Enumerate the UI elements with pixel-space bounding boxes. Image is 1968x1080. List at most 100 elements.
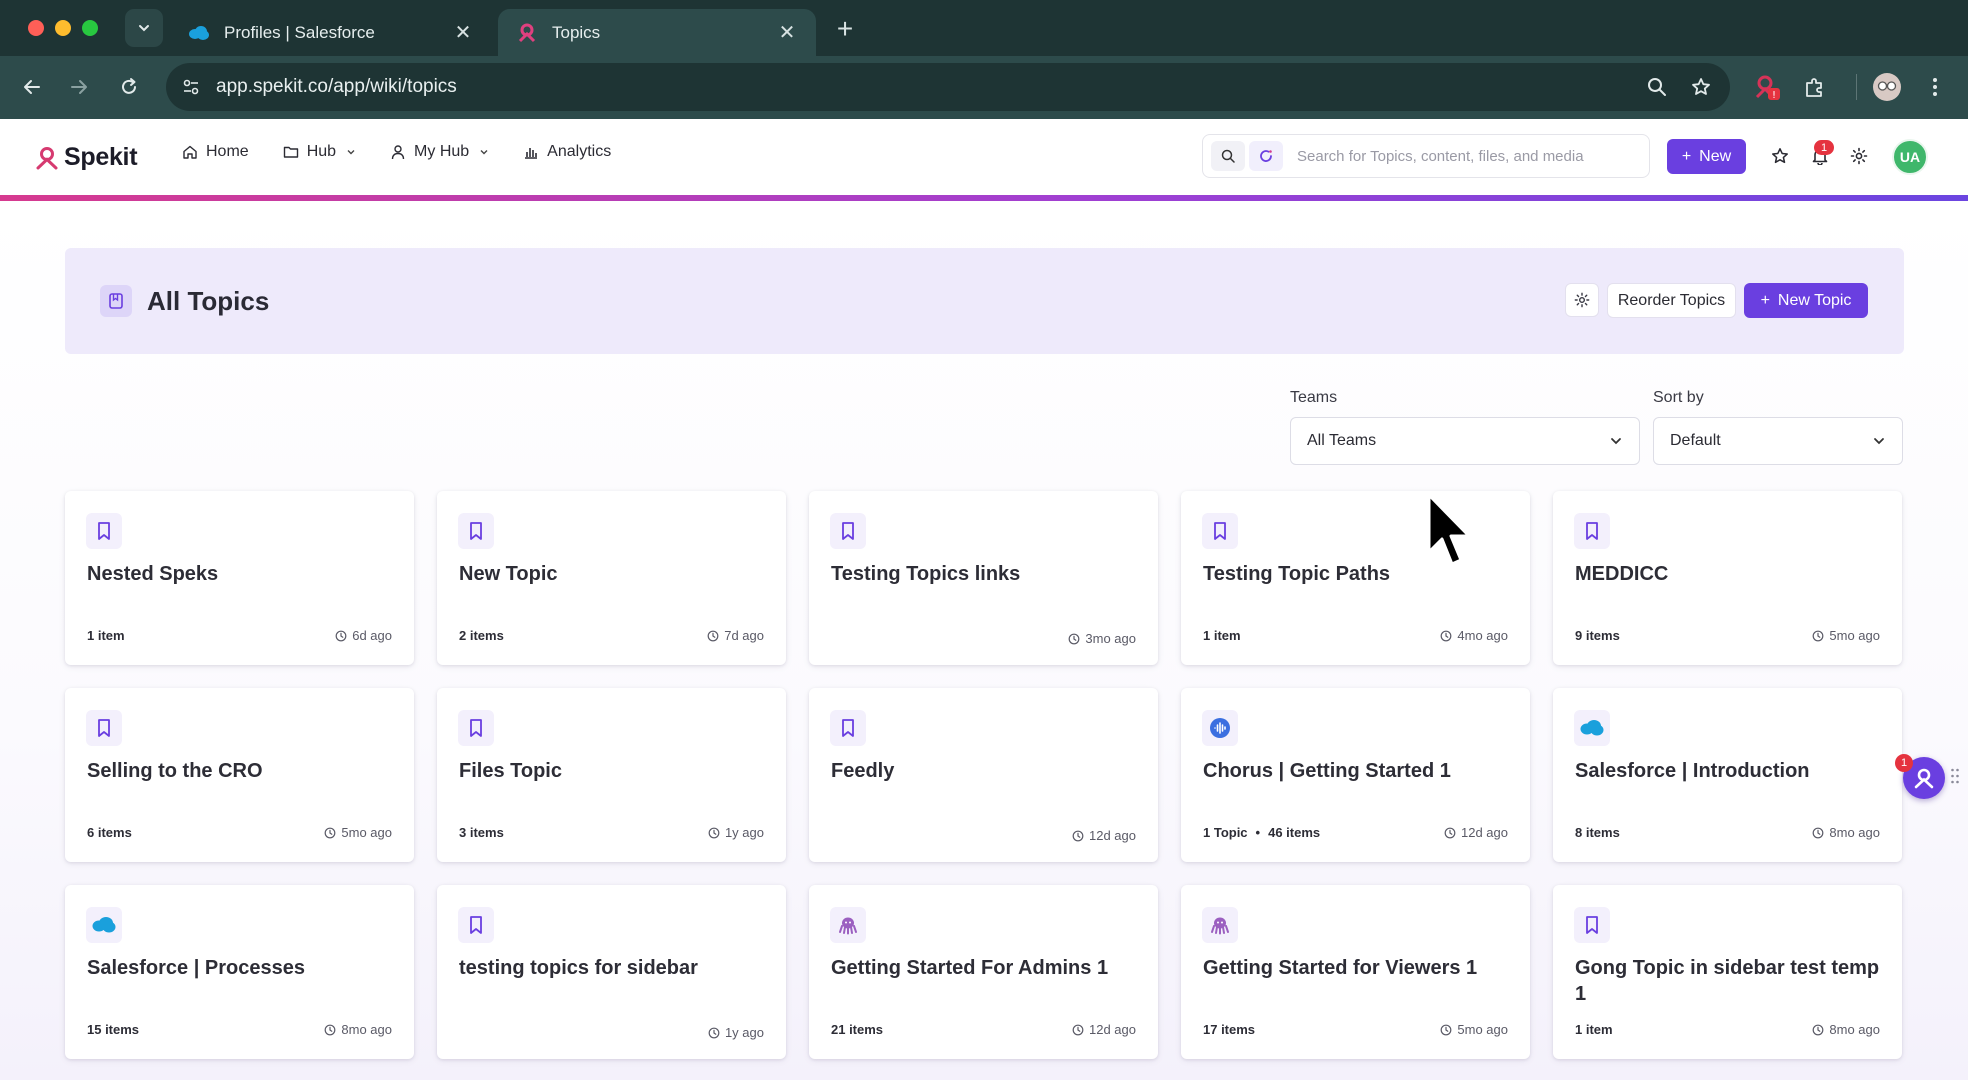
settings-gear-icon[interactable]	[1847, 144, 1871, 168]
topic-updated: 1y ago	[708, 1025, 764, 1040]
tab-search-button[interactable]	[125, 9, 163, 47]
topic-updated: 12d ago	[1072, 828, 1136, 843]
forward-button[interactable]	[62, 70, 96, 104]
profile-avatar-icon[interactable]	[1872, 72, 1902, 102]
topic-item-count: 1 item	[1203, 628, 1241, 643]
topic-item-count: 1 item	[87, 628, 125, 643]
topic-title: Nested Speks	[87, 563, 219, 585]
topic-updated-text: 8mo ago	[341, 1022, 392, 1037]
window-close-button[interactable]	[28, 20, 44, 36]
bookmark-icon	[830, 710, 866, 746]
topic-updated: 12d ago	[1444, 825, 1508, 840]
zoom-icon[interactable]	[1642, 72, 1672, 102]
topic-card[interactable]: Testing Topics links 3mo ago	[809, 491, 1158, 665]
topic-updated-text: 12d ago	[1461, 825, 1508, 840]
arrow-left-icon	[24, 80, 40, 94]
folder-icon	[283, 146, 298, 158]
topic-title: Getting Started For Admins 1	[831, 957, 1109, 979]
clock-icon	[708, 827, 720, 838]
reorder-topics-button[interactable]: Reorder Topics	[1607, 283, 1736, 318]
spekit-extension-icon[interactable]: !	[1752, 72, 1782, 102]
window-minimize-button[interactable]	[55, 20, 71, 36]
gear-icon	[1574, 292, 1590, 308]
browser-tab-topics[interactable]: Topics ✕	[498, 9, 816, 56]
topic-card[interactable]: Salesforce | Processes 15 items 8mo ago	[65, 885, 414, 1059]
topic-title: New Topic	[459, 563, 558, 585]
address-bar[interactable]: app.spekit.co/app/wiki/topics	[166, 63, 1730, 111]
window-zoom-button[interactable]	[82, 20, 98, 36]
topic-updated: 8mo ago	[1812, 825, 1880, 840]
topic-footer: 17 items 5mo ago	[1203, 1022, 1508, 1037]
topic-card[interactable]: Files Topic 3 items 1y ago	[437, 688, 786, 862]
topic-footer: 21 items 12d ago	[831, 1022, 1136, 1037]
ai-search-icon[interactable]	[1249, 141, 1283, 171]
global-search[interactable]: Search for Topics, content, files, and m…	[1202, 134, 1650, 178]
topic-footer: 1 Topic • 46 items 12d ago	[1203, 825, 1508, 840]
clock-icon	[325, 827, 336, 838]
user-avatar[interactable]: UA	[1892, 139, 1928, 175]
clock-icon	[1444, 827, 1456, 838]
topic-title: Salesforce | Processes	[87, 957, 305, 979]
back-button[interactable]	[15, 70, 49, 104]
toolbar-divider	[1856, 74, 1857, 100]
topic-card[interactable]: Selling to the CRO 6 items 5mo ago	[65, 688, 414, 862]
topic-card[interactable]: Gong Topic in sidebar test temp 1 1 item 8…	[1553, 885, 1902, 1059]
topic-updated: 6d ago	[335, 628, 392, 643]
topic-item-count: 21 items	[831, 1022, 884, 1037]
reload-button[interactable]	[112, 70, 146, 104]
topic-card[interactable]: Getting Started For Admins 1 21 items 12d …	[809, 885, 1158, 1059]
nav-hub[interactable]: Hub	[283, 143, 356, 161]
plus-icon: +	[1760, 291, 1770, 309]
new-button[interactable]: + New	[1667, 139, 1746, 174]
new-tab-button[interactable]: +	[830, 13, 860, 45]
topic-card[interactable]: Getting Started for Viewers 1 17 items 5mo…	[1181, 885, 1530, 1059]
topic-card[interactable]: testing topics for sidebar 1y ago	[437, 885, 786, 1059]
topic-updated-text: 12d ago	[1089, 828, 1136, 843]
extension-badge: !	[1772, 90, 1776, 101]
extensions-puzzle-icon[interactable]	[1800, 72, 1830, 102]
nav-home[interactable]: Home	[182, 143, 249, 161]
salesforce-icon	[1574, 710, 1610, 746]
topic-card[interactable]: Nested Speks 1 item 6d ago	[65, 491, 414, 665]
sort-select[interactable]: Default	[1653, 417, 1903, 465]
nav-analytics[interactable]: Analytics	[523, 143, 611, 161]
topic-updated-text: 4mo ago	[1457, 628, 1508, 643]
topic-card[interactable]: MEDDICC 9 items 5mo ago	[1553, 491, 1902, 665]
kebab-menu-icon[interactable]	[1920, 72, 1950, 102]
new-topic-button[interactable]: + New Topic	[1744, 283, 1868, 318]
topic-updated: 5mo ago	[1440, 1022, 1508, 1037]
bookmark-icon	[458, 513, 494, 549]
site-settings-icon[interactable]	[180, 76, 202, 98]
nav-my-hub-label: My Hub	[414, 143, 470, 160]
clock-icon	[1441, 1024, 1452, 1035]
topic-item-count: 15 items	[87, 1022, 140, 1037]
spekit-logo[interactable]: Spekit	[36, 143, 138, 172]
topic-settings-button[interactable]	[1565, 283, 1599, 317]
topic-updated: 1y ago	[708, 825, 764, 840]
sort-filter-label: Sort by	[1653, 389, 1704, 406]
topic-title: Salesforce | Introduction	[1575, 760, 1810, 782]
close-icon[interactable]: ✕	[776, 20, 798, 45]
nav-hub-label: Hub	[306, 143, 337, 160]
topic-card[interactable]: Feedly 12d ago	[809, 688, 1158, 862]
nav-my-hub[interactable]: My Hub	[390, 143, 489, 161]
topic-updated-text: 1y ago	[724, 1025, 764, 1040]
teams-select[interactable]: All Teams	[1290, 417, 1640, 465]
topic-card[interactable]: Testing Topic Paths 1 item 4mo ago	[1181, 491, 1530, 665]
topics-grid: Nested Speks 1 item 6d ago New Topic 2 items…	[65, 491, 1904, 1059]
search-icon[interactable]	[1211, 141, 1245, 171]
topic-card[interactable]: Chorus | Getting Started 1 1 Topic • 46 ite…	[1181, 688, 1530, 862]
top-navigation: Home Hub My Hub Analytics	[182, 143, 611, 161]
topic-card[interactable]: Salesforce | Introduction 8 items 8mo ago	[1553, 688, 1902, 862]
clock-icon	[708, 1027, 720, 1038]
tab-title: Profiles | Salesforce	[224, 22, 375, 42]
drag-handle-icon[interactable]	[1950, 767, 1962, 787]
browser-tab-salesforce[interactable]: Profiles | Salesforce ✕	[170, 9, 492, 56]
topic-card[interactable]: New Topic 2 items 7d ago	[437, 491, 786, 665]
favorites-star-icon[interactable]	[1768, 144, 1792, 168]
chevron-down-icon	[480, 150, 488, 155]
topic-updated-text: 5mo ago	[1457, 1022, 1508, 1037]
clock-icon	[1813, 1024, 1824, 1035]
close-icon[interactable]: ✕	[452, 20, 474, 45]
bookmark-star-icon[interactable]	[1686, 72, 1716, 102]
